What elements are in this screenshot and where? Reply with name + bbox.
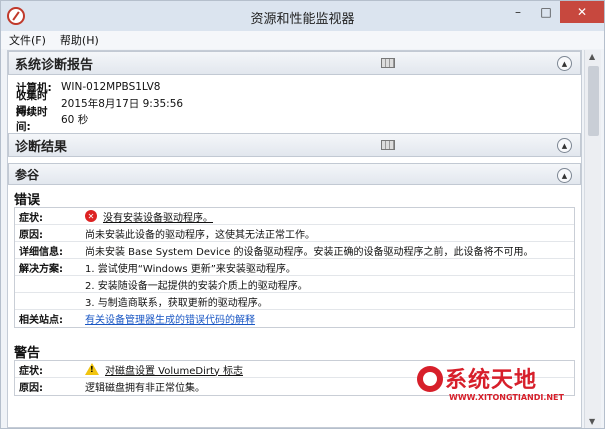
menu-bar: 文件(F) 帮助(H) <box>1 31 604 49</box>
collapse-icon[interactable]: ▲ <box>557 168 572 183</box>
warning-title: 警告 <box>14 346 41 361</box>
computer-value: WIN-012MPBS1LV8 <box>61 81 161 93</box>
menu-file[interactable]: 文件(F) <box>9 32 46 48</box>
scroll-up-icon[interactable]: ▲ <box>589 52 595 61</box>
watermark-url: WWW.XITONGTIANDI.NET <box>449 393 564 402</box>
report-header[interactable]: 系统诊断报告 ▲ <box>8 51 581 75</box>
collapse-icon[interactable]: ▲ <box>557 56 572 71</box>
warning-symptom-value: 对磁盘设置 VolumeDirty 标志 <box>105 365 243 377</box>
table-view-icon[interactable] <box>381 58 395 68</box>
symptom-label: 症状: <box>19 212 43 224</box>
watermark-logo: 系统天地 WWW.XITONGTIANDI.NET <box>415 362 600 414</box>
title-bar[interactable]: 资源和性能监视器 – □ ✕ <box>1 1 604 31</box>
warning-cause-label: 原因: <box>19 383 43 394</box>
solution-2: 2. 安装随设备一起提供的安装介质上的驱动程序。 <box>85 280 308 292</box>
warning-icon: ! <box>85 363 99 375</box>
collapse-icon[interactable]: ▲ <box>557 138 572 153</box>
solution-row-1: 解决方案: 1. 尝试使用“Windows 更新”来安装驱动程序。 <box>15 259 574 276</box>
close-button[interactable]: ✕ <box>560 1 604 23</box>
report-summary: 计算机: WIN-012MPBS1LV8 收集时间: 2015年8月17日 9:35… <box>8 75 581 133</box>
solution-3: 3. 与制造商联系，获取更新的驱动程序。 <box>85 297 268 309</box>
detail-value: 尚未安装 Base System Device 的设备驱动程序。安装正确的设备驱… <box>85 246 534 258</box>
duration-label: 持续时间: <box>16 106 48 133</box>
cause-value: 尚未安装此设备的驱动程序，这使其无法正常工作。 <box>85 229 315 241</box>
window-controls: – □ ✕ <box>504 1 604 23</box>
scroll-down-icon[interactable]: ▼ <box>589 417 595 426</box>
solution-label: 解决方案: <box>19 263 63 275</box>
solution-1: 1. 尝试使用“Windows 更新”来安装驱动程序。 <box>85 263 296 275</box>
related-row: 相关站点: 有关设备管理器生成的错误代码的解释 <box>15 310 574 327</box>
solution-row-2: 2. 安装随设备一起提供的安装介质上的驱动程序。 <box>15 276 574 293</box>
report-header-label: 系统诊断报告 <box>15 57 94 73</box>
error-icon: ✕ <box>85 210 97 222</box>
minimize-button[interactable]: – <box>504 1 532 23</box>
solution-row-3: 3. 与制造商联系，获取更新的驱动程序。 <box>15 293 574 310</box>
error-cause-row: 原因: 尚未安装此设备的驱动程序，这使其无法正常工作。 <box>15 225 574 242</box>
diagnostics-header-label: 诊断结果 <box>15 139 68 155</box>
related-label: 相关站点: <box>19 315 63 326</box>
diagnostics-header[interactable]: 诊断结果 ▲ <box>8 133 581 157</box>
warning-symptom-label: 症状: <box>19 365 43 377</box>
error-box: 症状: ✕ 没有安装设备驱动程序。 原因: 尚未安装此设备的驱动程序，这使其无法正… <box>14 207 575 328</box>
watermark-icon <box>417 366 443 392</box>
duration-value: 60 秒 <box>61 113 89 126</box>
scroll-thumb[interactable] <box>588 66 599 136</box>
watermark-text: 系统天地 <box>445 368 538 393</box>
table-view-icon[interactable] <box>381 140 395 150</box>
reference-header-label: 参谷 <box>15 167 40 182</box>
reference-header[interactable]: 参谷 ▲ <box>8 163 581 185</box>
cause-label: 原因: <box>19 229 43 241</box>
error-detail-row: 详细信息: 尚未安装 Base System Device 的设备驱动程序。安装… <box>15 242 574 259</box>
maximize-button[interactable]: □ <box>532 1 560 23</box>
menu-help[interactable]: 帮助(H) <box>60 32 99 48</box>
error-title: 错误 <box>14 193 41 208</box>
collect-time-value: 2015年8月17日 9:35:56 <box>61 97 184 110</box>
detail-label: 详细信息: <box>19 246 63 258</box>
error-symptom-row: 症状: ✕ 没有安装设备驱动程序。 <box>15 208 574 225</box>
related-link[interactable]: 有关设备管理器生成的错误代码的解释 <box>85 311 255 326</box>
symptom-value: 没有安装设备驱动程序。 <box>103 212 213 224</box>
